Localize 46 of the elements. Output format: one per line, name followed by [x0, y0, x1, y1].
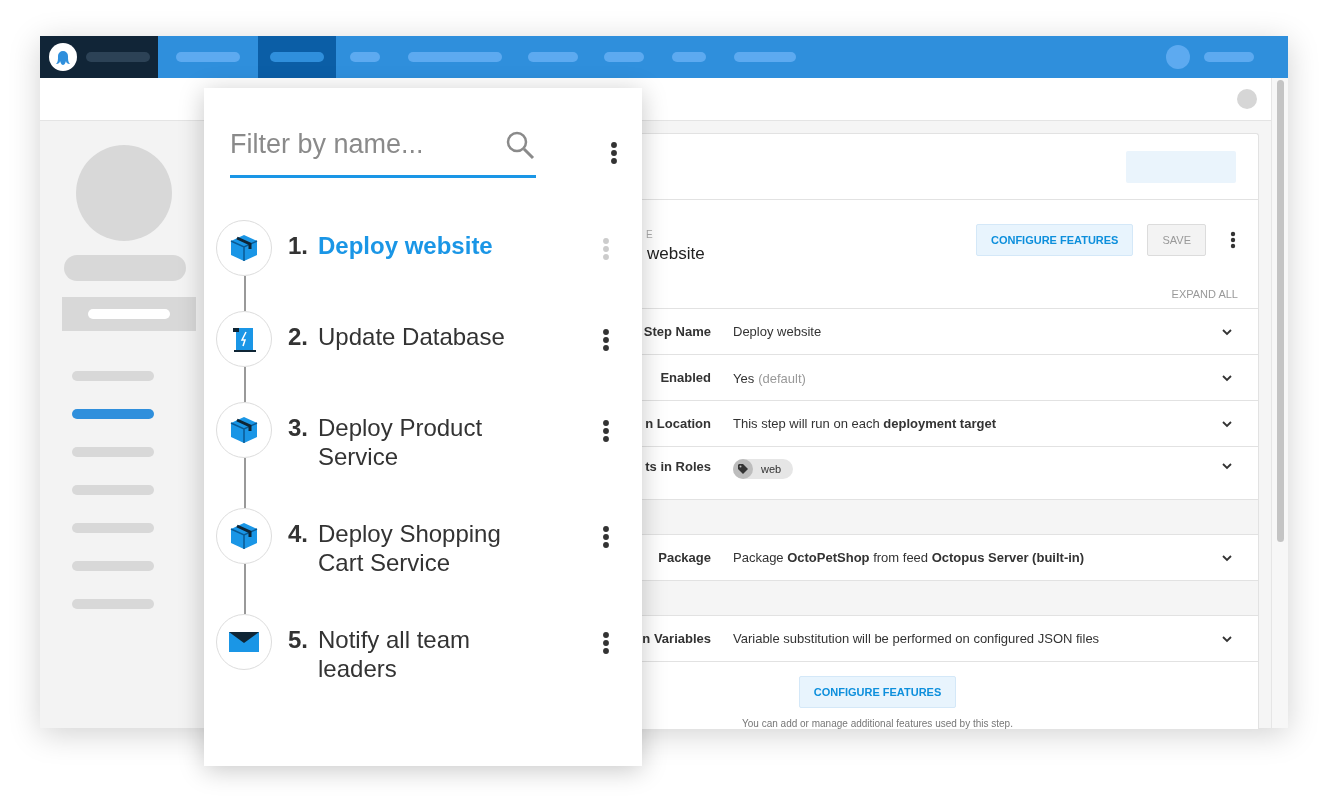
- sidebar-item[interactable]: [72, 371, 154, 381]
- help-text: You can add or manage additional features used by this step.: [742, 718, 1013, 729]
- filter-field[interactable]: Filter by name...: [230, 129, 504, 160]
- package-icon: [228, 520, 260, 552]
- nav-placeholder: [1204, 52, 1254, 62]
- step-number: 5.: [288, 625, 309, 655]
- overline-label: E: [646, 229, 653, 240]
- field-label: n Location: [644, 416, 711, 431]
- step-title: website: [646, 244, 705, 264]
- field-label: Enabled: [659, 370, 711, 385]
- sidebar-item[interactable]: [72, 599, 154, 609]
- step-name[interactable]: Deploy Shopping Cart Service: [318, 519, 543, 577]
- scrollbar[interactable]: [1271, 78, 1288, 728]
- sidebar-item[interactable]: [72, 447, 154, 457]
- field-value: This step will run on each deployment target: [733, 416, 997, 431]
- package-icon: [228, 232, 260, 264]
- step-number: 4.: [288, 519, 309, 549]
- sidebar-item[interactable]: [72, 561, 154, 571]
- field-label: Step Name: [642, 324, 711, 339]
- step-name[interactable]: Update Database: [318, 322, 543, 351]
- step-number: 3.: [288, 413, 309, 443]
- step-number: 2.: [288, 322, 309, 351]
- octopus-logo[interactable]: [48, 42, 78, 72]
- step-number: 1.: [288, 231, 309, 260]
- nav-placeholder: [86, 52, 150, 62]
- default-note: (default): [758, 370, 806, 386]
- field-label: Package: [657, 550, 711, 565]
- sidebar-item[interactable]: [72, 523, 154, 533]
- envelope-icon: [228, 630, 260, 654]
- tag-icon: [733, 459, 753, 479]
- step-name[interactable]: Deploy Product Service: [318, 413, 543, 471]
- package-icon: [228, 414, 260, 446]
- user-avatar[interactable]: [1166, 45, 1190, 69]
- role-chip[interactable]: web: [733, 459, 794, 479]
- more-icon[interactable]: [1230, 231, 1236, 249]
- field-label: ts in Roles: [644, 459, 711, 474]
- sidebar-item[interactable]: [72, 409, 154, 419]
- field-value: Package OctoPetShop from feed Octopus Server (built-in): [733, 550, 1086, 565]
- field-label: n Variables: [641, 631, 711, 646]
- step-name[interactable]: Notify all team leaders: [318, 625, 543, 683]
- field-value: Variable substitution will be performed on configured JSON files: [733, 631, 1101, 646]
- sidebar-item[interactable]: [72, 485, 154, 495]
- nav-tab[interactable]: [258, 36, 336, 78]
- field-value: Yes: [733, 370, 755, 386]
- status-dot: [1237, 89, 1257, 109]
- field-value: Deploy website: [733, 324, 823, 339]
